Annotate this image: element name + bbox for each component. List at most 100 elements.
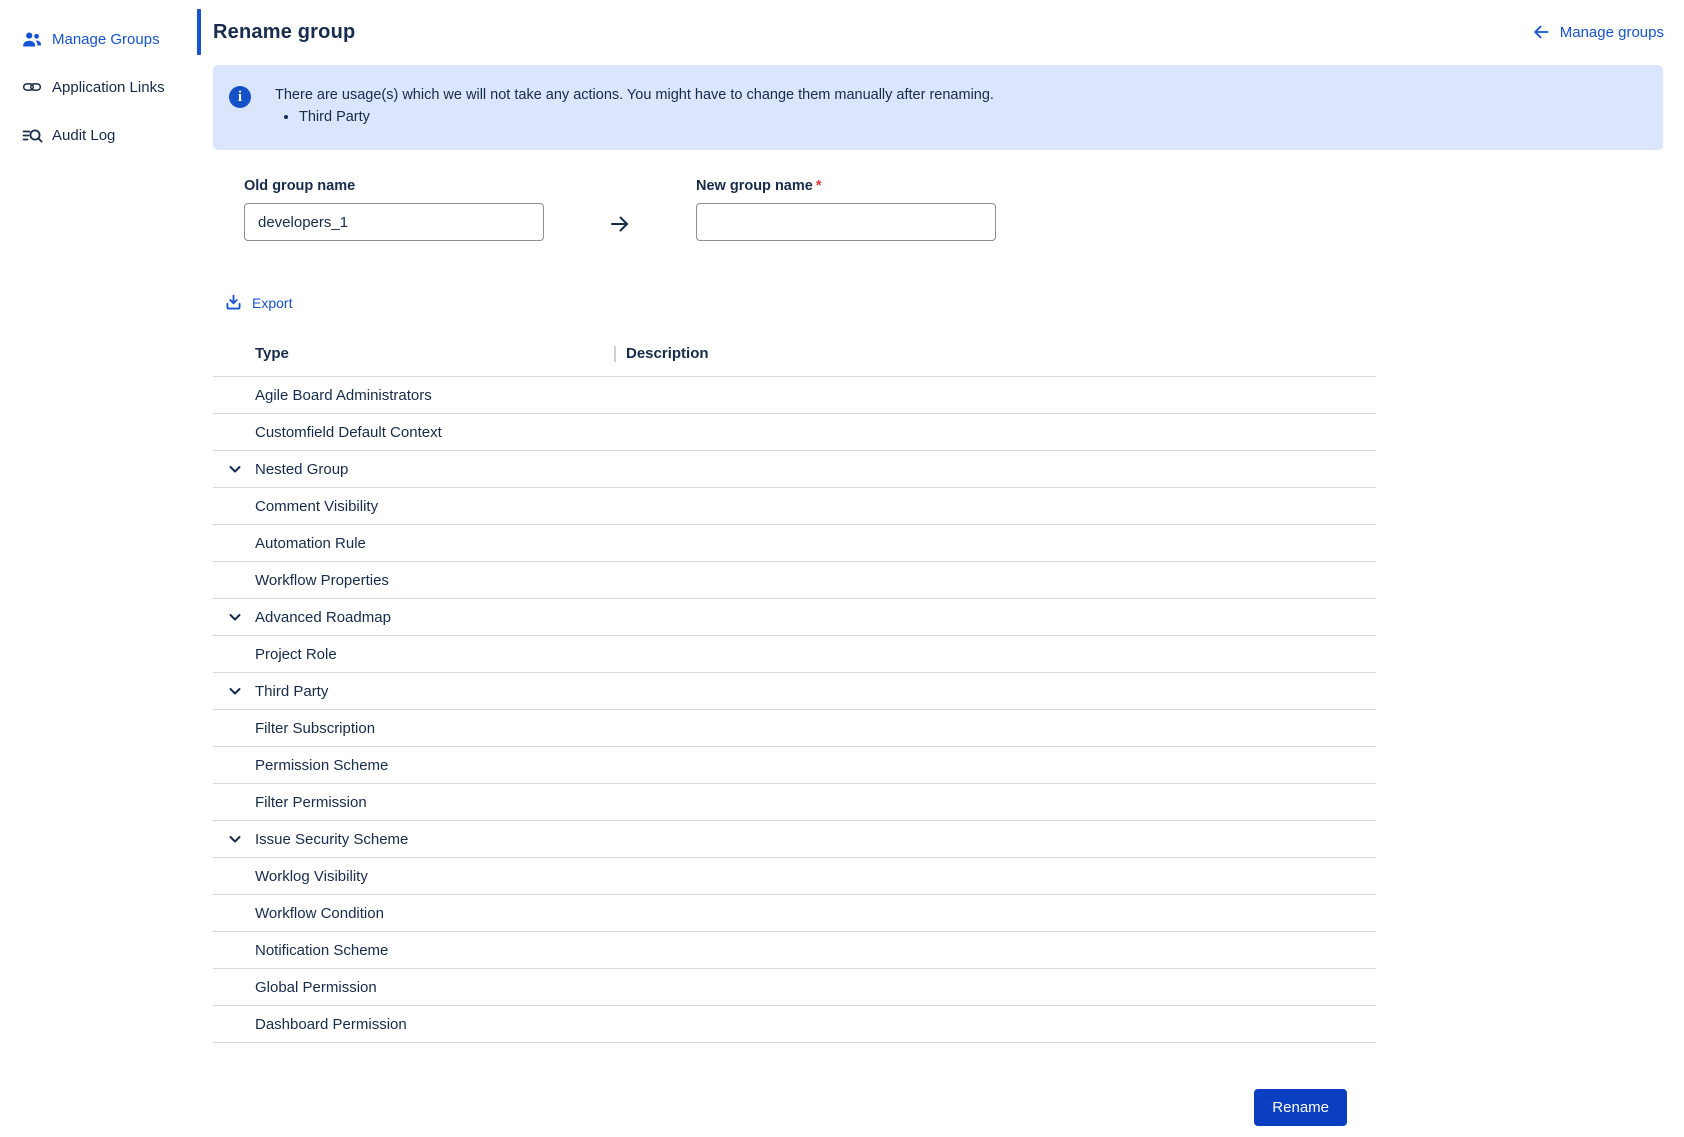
type-label: Customfield Default Context [255,424,442,441]
type-label: Workflow Properties [255,572,389,589]
sidebar-item-manage-groups[interactable]: Manage Groups [0,15,197,63]
type-label: Notification Scheme [255,942,388,959]
rename-button[interactable]: Rename [1254,1089,1347,1126]
table-row: Dashboard Permission [213,1006,1376,1043]
old-group-input[interactable] [244,203,544,241]
info-banner-list: Third Party [275,107,994,128]
table-row: Automation Rule [213,525,1376,562]
table-row: Comment Visibility [213,488,1376,525]
export-label: Export [252,295,292,311]
type-label: Issue Security Scheme [255,831,408,848]
type-cell: Filter Subscription [213,720,614,737]
type-label: Advanced Roadmap [255,609,391,626]
type-cell: Permission Scheme [213,757,614,774]
type-cell: Comment Visibility [213,498,614,515]
back-to-manage-groups-link[interactable]: Manage groups [1531,22,1664,42]
type-label: Filter Permission [255,794,367,811]
type-label: Filter Subscription [255,720,375,737]
info-icon: i [229,86,251,108]
actions-row: Rename [197,1089,1376,1126]
audit-log-icon [21,125,43,145]
info-banner-list-item: Third Party [299,107,994,128]
title-accent-bar [197,9,201,55]
info-banner-message: There are usage(s) which we will not tak… [275,85,994,106]
type-label: Comment Visibility [255,498,378,515]
chevron-down-icon[interactable] [227,461,243,477]
type-cell: Nested Group [213,461,614,478]
type-cell: Agile Board Administrators [213,387,614,404]
table-header-row: Type Description [213,331,1376,377]
type-cell: Dashboard Permission [213,1016,614,1033]
column-header-type: Type [213,345,614,362]
new-group-input[interactable] [696,203,996,241]
type-label: Dashboard Permission [255,1016,407,1033]
usages-table: Type Description Agile Board Administrat… [213,331,1376,1043]
sidebar-item-application-links[interactable]: Application Links [0,63,197,111]
old-group-field-group: Old group name [244,178,544,241]
sidebar-item-label: Manage Groups [52,31,160,48]
export-button[interactable]: Export [224,293,292,312]
table-row: Workflow Properties [213,562,1376,599]
type-label: Worklog Visibility [255,868,368,885]
table-row: Filter Subscription [213,710,1376,747]
table-row: Agile Board Administrators [213,377,1376,414]
old-group-label: Old group name [244,178,544,194]
chevron-down-icon[interactable] [227,831,243,847]
type-cell: Workflow Condition [213,905,614,922]
chevron-down-icon[interactable] [227,609,243,625]
page-title: Rename group [213,21,355,44]
sidebar: Manage Groups Application Links Audit Lo… [0,0,197,1137]
type-cell: Automation Rule [213,535,614,552]
table-row: Advanced Roadmap [213,599,1376,636]
new-group-label: New group name* [696,178,996,194]
table-row: Nested Group [213,451,1376,488]
table-row: Permission Scheme [213,747,1376,784]
type-label: Automation Rule [255,535,366,552]
type-label: Workflow Condition [255,905,384,922]
table-row: Worklog Visibility [213,858,1376,895]
type-label: Nested Group [255,461,348,478]
type-cell: Worklog Visibility [213,868,614,885]
table-row: Filter Permission [213,784,1376,821]
type-label: Permission Scheme [255,757,388,774]
rename-form: Old group name New group name* [244,178,1684,243]
back-link-label: Manage groups [1560,24,1664,41]
type-cell: Global Permission [213,979,614,996]
table-row: Global Permission [213,969,1376,1006]
table-row: Notification Scheme [213,932,1376,969]
link-icon [21,77,43,97]
back-arrow-icon [1531,22,1551,42]
table-row: Customfield Default Context [213,414,1376,451]
type-label: Agile Board Administrators [255,387,432,404]
type-label: Project Role [255,646,337,663]
column-header-description: Description [614,345,1376,362]
table-row: Third Party [213,673,1376,710]
type-cell: Third Party [213,683,614,700]
table-body: Agile Board Administrators Customfield D… [213,377,1376,1043]
type-cell: Issue Security Scheme [213,831,614,848]
download-icon [224,293,243,312]
new-group-field-group: New group name* [696,178,996,241]
info-banner-body: There are usage(s) which we will not tak… [275,85,994,128]
type-cell: Workflow Properties [213,572,614,589]
table-row: Workflow Condition [213,895,1376,932]
right-arrow-icon [544,205,696,243]
table-row: Issue Security Scheme [213,821,1376,858]
sidebar-item-audit-log[interactable]: Audit Log [0,111,197,159]
type-label: Global Permission [255,979,377,996]
chevron-down-icon[interactable] [227,683,243,699]
people-icon [21,29,43,49]
type-cell: Advanced Roadmap [213,609,614,626]
type-cell: Customfield Default Context [213,424,614,441]
type-label: Third Party [255,683,328,700]
table-row: Project Role [213,636,1376,673]
page-header: Rename group Manage groups [197,0,1684,64]
info-banner: i There are usage(s) which we will not t… [213,65,1663,150]
type-cell: Notification Scheme [213,942,614,959]
type-cell: Filter Permission [213,794,614,811]
required-asterisk: * [816,178,822,194]
type-cell: Project Role [213,646,614,663]
sidebar-item-label: Audit Log [52,127,115,144]
main-content: Rename group Manage groups i There are u… [197,0,1684,1137]
sidebar-item-label: Application Links [52,79,165,96]
